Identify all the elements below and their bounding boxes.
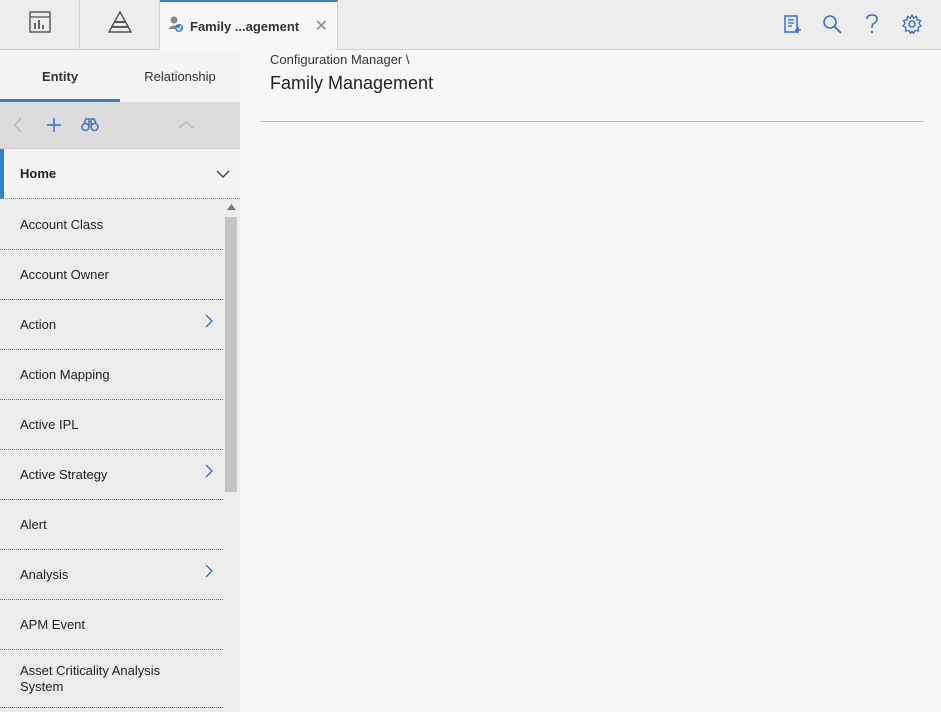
list-item-label: Account Owner: [20, 267, 109, 282]
chevron-down-icon[interactable]: [216, 166, 230, 184]
list-item[interactable]: Action: [0, 300, 223, 350]
scrollbar[interactable]: [223, 200, 240, 712]
sidebar: Entity Relationship Home Account Class Ac…: [0, 50, 240, 712]
list-item[interactable]: Alert: [0, 500, 223, 550]
page-title: Family Management: [270, 73, 434, 93]
tab-entity[interactable]: Entity: [0, 50, 120, 102]
list-item-label: Account Class: [20, 217, 104, 232]
collapse-up-icon[interactable]: [177, 116, 195, 134]
main-content: Configuration Manager \ Family Managemen…: [240, 50, 941, 712]
list-item-label: APM Event: [20, 617, 86, 632]
list-item[interactable]: APM Event: [0, 600, 223, 650]
help-icon[interactable]: [861, 12, 883, 36]
list-item[interactable]: Analysis: [0, 550, 223, 600]
list-item-label: Alert: [20, 517, 47, 532]
sidebar-toolbar: [0, 102, 240, 149]
pyramid-icon: [107, 10, 132, 38]
binoculars-icon[interactable]: [81, 116, 99, 134]
back-icon[interactable]: [9, 116, 27, 134]
sidebar-subtabs: Entity Relationship: [0, 50, 240, 102]
list-item[interactable]: Active Strategy: [0, 450, 223, 500]
scroll-up-icon[interactable]: [227, 204, 236, 212]
dashboard-button[interactable]: [0, 0, 80, 49]
pyramid-button[interactable]: [80, 0, 160, 49]
list-item-label: Action: [20, 317, 57, 332]
family-list-container: Account Class Account Owner Action Action M…: [0, 200, 240, 712]
close-icon[interactable]: ✕: [315, 16, 328, 36]
chevron-right-icon[interactable]: [205, 564, 213, 581]
list-item-label: Action Mapping: [20, 367, 110, 382]
tab-family-management[interactable]: Family ...agement ✕: [160, 0, 338, 50]
list-item-label: Active IPL: [20, 417, 79, 432]
list-item[interactable]: Account Class: [0, 200, 223, 250]
list-item[interactable]: Account Owner: [0, 250, 223, 300]
clipboard-add-icon[interactable]: [781, 12, 803, 36]
family-management-icon: [168, 15, 184, 38]
top-bar: Family ...agement ✕: [0, 0, 941, 50]
list-item[interactable]: Asset Criticality Analysis System: [0, 650, 223, 708]
gear-icon[interactable]: [901, 12, 923, 36]
list-item[interactable]: Active IPL: [0, 400, 223, 450]
breadcrumb[interactable]: Configuration Manager \: [270, 52, 409, 67]
chevron-right-icon[interactable]: [205, 464, 213, 481]
tab-label: Family ...agement: [190, 18, 300, 34]
scrollbar-thumb[interactable]: [225, 217, 237, 492]
home-label: Home: [20, 166, 57, 181]
list-item-label: Analysis: [20, 567, 69, 582]
list-item-label: Asset Criticality Analysis System: [20, 662, 161, 694]
home-row[interactable]: Home: [0, 149, 240, 199]
family-list: Account Class Account Owner Action Action M…: [0, 200, 223, 708]
add-icon[interactable]: [45, 116, 63, 134]
chevron-right-icon[interactable]: [205, 314, 213, 331]
dashboard-icon: [28, 11, 51, 38]
search-icon[interactable]: [821, 12, 843, 36]
list-item[interactable]: Action Mapping: [0, 350, 223, 400]
tab-relationship[interactable]: Relationship: [120, 50, 240, 102]
list-item-label: Active Strategy: [20, 467, 108, 482]
divider: [260, 121, 924, 122]
